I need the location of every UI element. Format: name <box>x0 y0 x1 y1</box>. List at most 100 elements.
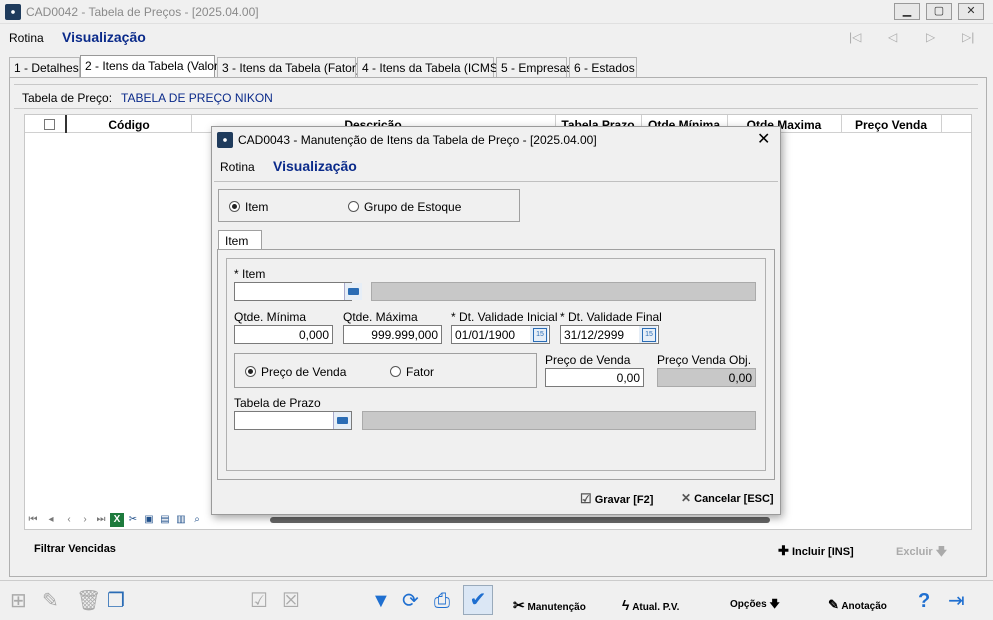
tab-itens-valor[interactable]: 2 - Itens da Tabela (Valor) <box>80 55 222 78</box>
preco-venda-input[interactable]: 0,00 <box>545 368 644 387</box>
divider <box>14 108 978 109</box>
copy-record-icon[interactable]: ❐ <box>107 591 125 611</box>
dialog-menu-visualizacao[interactable]: Visualização <box>273 158 357 174</box>
last-record-icon[interactable]: ▷| <box>962 30 974 44</box>
select-all-checkbox[interactable] <box>44 119 55 130</box>
tab-itens-icms[interactable]: 4 - Itens da Tabela (ICMS) <box>357 57 502 78</box>
dialog-app-icon <box>217 132 233 148</box>
item-maintenance-dialog: CAD0043 - Manutenção de Itens da Tabela … <box>211 126 781 515</box>
incluir-button[interactable]: ✚ Incluir [INS] <box>778 543 854 559</box>
filter-grid-icon[interactable]: ▥ <box>174 513 188 527</box>
preco-venda-obj-label: Preço Venda Obj. <box>657 353 752 367</box>
tab-detalhes[interactable]: 1 - Detalhes <box>9 57 80 78</box>
dialog-menu-rotina[interactable]: Rotina <box>220 160 255 174</box>
qtde-minima-label: Qtde. Mínima <box>234 310 307 324</box>
tab-empresas[interactable]: 5 - Empresas <box>496 57 572 78</box>
atual-pv-button[interactable]: ϟ Atual. P.V. <box>622 597 679 613</box>
menu-bar: Rotina Visualização |◁ ◁ ▷ ▷| <box>0 27 993 49</box>
new-record-icon[interactable]: ⊞ <box>10 591 27 611</box>
search-icon[interactable]: ⌕ <box>190 513 204 527</box>
radio-item-label[interactable]: Item <box>245 200 268 214</box>
preco-venda-obj-field: 0,00 <box>657 368 756 387</box>
radio-grupo-label[interactable]: Grupo de Estoque <box>364 200 461 214</box>
filter-icon[interactable]: ▼ <box>371 591 391 611</box>
exit-icon[interactable]: ⇥ <box>948 591 965 611</box>
grid-config-icon[interactable]: ▤ <box>158 513 172 527</box>
radio-item[interactable] <box>229 201 240 212</box>
gravar-button[interactable]: ☑ Gravar [F2] <box>580 491 653 507</box>
radio-grupo-estoque[interactable] <box>348 201 359 212</box>
tab-estados[interactable]: 6 - Estados <box>569 57 637 78</box>
bottom-toolbar: ⊞ ✎ 🗑 ❐ ☑ ☒ ▼ ⟳ ⎙ ✔ ✂ Manutenção ϟ Atual… <box>0 580 993 620</box>
item-type-group: Item Grupo de Estoque <box>218 189 520 222</box>
next-icon[interactable]: › <box>78 513 92 527</box>
minimize-button[interactable]: ▁ <box>894 3 920 20</box>
window-title-bar: CAD0042 - Tabela de Preços - [2025.04.00… <box>0 0 993 24</box>
cancel-icon[interactable]: ☒ <box>282 591 300 611</box>
menu-visualizacao[interactable]: Visualização <box>62 29 146 45</box>
menu-rotina[interactable]: Rotina <box>9 31 44 45</box>
item-input[interactable] <box>234 282 352 301</box>
refresh-icon[interactable]: ⟳ <box>402 591 419 611</box>
price-mode-group: Preço de Venda Fator <box>234 353 537 388</box>
edit-record-icon[interactable]: ✎ <box>42 591 59 611</box>
anotacao-button[interactable]: ✎ Anotação <box>828 597 887 613</box>
excel-icon[interactable]: X <box>110 513 124 527</box>
calendar-icon[interactable] <box>639 326 657 343</box>
maximize-button[interactable]: ▢ <box>926 3 952 20</box>
dialog-tab-item[interactable]: Item <box>218 230 262 250</box>
save-icon[interactable]: ▣ <box>142 513 156 527</box>
dt-validade-final-label: * Dt. Validade Final <box>560 310 662 324</box>
manutencao-button[interactable]: ✂ Manutenção <box>513 597 586 614</box>
filtrar-vencidas-button[interactable]: Filtrar Vencidas <box>34 543 116 555</box>
dt-validade-inicial-label: * Dt. Validade Inicial <box>451 310 558 324</box>
qtde-maxima-label: Qtde. Máxima <box>343 310 418 324</box>
save-check-icon: ☑ <box>580 491 592 506</box>
item-lookup-icon[interactable] <box>344 283 362 300</box>
dialog-title: CAD0043 - Manutenção de Itens da Tabela … <box>238 133 597 147</box>
radio-preco-venda-label[interactable]: Preço de Venda <box>261 365 346 379</box>
arrow-down-icon: 🡇 <box>935 546 948 558</box>
qtde-maxima-input[interactable]: 999.999,000 <box>343 325 442 344</box>
tabela-preco-value: TABELA DE PREÇO NIKON <box>121 91 273 105</box>
tools-icon[interactable]: ✂ <box>126 513 140 527</box>
item-label: * Item <box>234 267 266 281</box>
previous-record-icon[interactable]: ◁ <box>888 30 897 44</box>
prev-page-icon[interactable]: ◂ <box>44 513 58 527</box>
help-icon[interactable]: ? <box>918 591 930 611</box>
cancel-x-icon: ✕ <box>681 491 692 505</box>
tabela-preco-label: Tabela de Preço: <box>22 91 113 105</box>
item-description-field <box>371 282 756 301</box>
prev-icon[interactable]: ‹ <box>62 513 76 527</box>
col-codigo[interactable]: Código <box>67 118 191 132</box>
check-icon[interactable]: ✔ <box>463 585 493 615</box>
pencil-icon: ✎ <box>828 597 839 612</box>
delete-record-icon[interactable]: 🗑 <box>76 591 101 611</box>
qtde-minima-input[interactable]: 0,000 <box>234 325 333 344</box>
divider <box>14 84 978 85</box>
lightning-icon: ϟ <box>622 597 630 613</box>
radio-preco-venda[interactable] <box>245 366 256 377</box>
tabela-prazo-lookup-icon[interactable] <box>333 412 351 429</box>
horizontal-scrollbar[interactable] <box>270 517 770 523</box>
radio-fator[interactable] <box>390 366 401 377</box>
calendar-icon[interactable] <box>530 326 548 343</box>
tab-itens-fator[interactable]: 3 - Itens da Tabela (Fator) <box>217 57 360 78</box>
print-icon[interactable]: ⎙ <box>434 591 450 611</box>
cancelar-button[interactable]: ✕ Cancelar [ESC] <box>681 491 774 505</box>
tools-icon: ✂ <box>513 597 525 613</box>
next-record-icon[interactable]: ▷ <box>926 30 935 44</box>
grid-navigator: ⏮ ◂ ‹ › ⏭ X ✂ ▣ ▤ ▥ ⌕ <box>24 511 204 529</box>
confirm-icon[interactable]: ☑ <box>250 591 268 611</box>
close-button[interactable]: ✕ <box>958 3 984 20</box>
opcoes-button[interactable]: Opções 🡇 <box>730 597 780 614</box>
tabela-prazo-description-field <box>362 411 756 430</box>
last-icon[interactable]: ⏭ <box>94 513 108 527</box>
radio-fator-label[interactable]: Fator <box>406 365 434 379</box>
plus-icon: ✚ <box>778 543 789 558</box>
first-icon[interactable]: ⏮ <box>26 513 40 527</box>
excluir-button[interactable]: Excluir 🡇 <box>896 543 947 562</box>
first-record-icon[interactable]: |◁ <box>849 30 861 44</box>
dialog-close-icon[interactable]: ✕ <box>757 129 770 149</box>
col-preco-venda[interactable]: Preço Venda <box>841 118 941 132</box>
